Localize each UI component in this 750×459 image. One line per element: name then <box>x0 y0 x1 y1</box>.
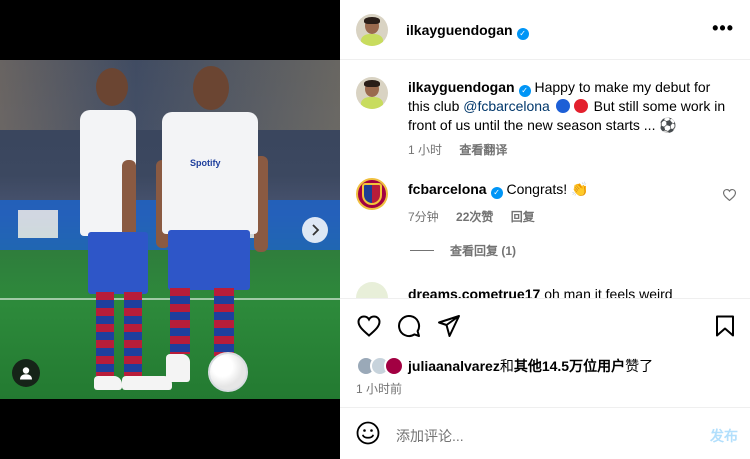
comment-input[interactable]: 添加评论... <box>396 426 464 446</box>
caption-text: ilkayguendogan ✓ Happy to make my debut f… <box>408 78 728 135</box>
caption-author-avatar[interactable] <box>356 77 388 109</box>
tagged-users-button[interactable] <box>12 359 40 387</box>
verified-badge-icon: ✓ <box>490 187 503 199</box>
clapping-emoji: 👏 <box>571 181 589 197</box>
send-icon <box>438 315 460 337</box>
author-avatar[interactable] <box>356 14 388 46</box>
post-timestamp[interactable]: 1 小时前 <box>356 380 402 397</box>
blue-circle-emoji <box>555 99 570 113</box>
like-button[interactable] <box>356 313 382 339</box>
post-media-pane: Spotify <box>0 0 340 459</box>
caption-meta: 1 小时 查看翻译 <box>408 141 521 158</box>
next-slide-button[interactable] <box>302 217 328 243</box>
comment-time: 7分钟 <box>408 210 439 224</box>
liker-username[interactable]: juliaanalvarez <box>408 358 500 374</box>
author-username-text[interactable]: ilkayguendogan <box>406 22 513 38</box>
likes-summary: juliaanalvarez 和其他14.5万位用户 赞了 <box>356 356 653 376</box>
fcb-crest-icon <box>362 183 382 205</box>
share-button[interactable] <box>436 313 462 339</box>
comment-author-username[interactable]: fcbarcelona <box>408 181 487 197</box>
caption-mention-link[interactable]: @fcbarcelona <box>463 98 550 114</box>
verified-badge-icon: ✓ <box>516 28 529 40</box>
comment-composer: 添加评论... 发布 <box>340 407 750 459</box>
comment-meta: 7分钟 22次赞 回复 <box>408 208 549 225</box>
comments-list[interactable]: ilkayguendogan ✓ Happy to make my debut f… <box>340 60 750 298</box>
comment-author-username[interactable]: dreams.cometrue17 <box>408 286 540 298</box>
caption-time: 1 小时 <box>408 143 443 157</box>
replies-divider <box>410 250 434 251</box>
more-horizontal-icon[interactable]: ••• <box>712 19 734 37</box>
user-icon <box>20 367 32 380</box>
comment-icon <box>398 315 421 337</box>
author-username[interactable]: ilkayguendogan ✓ <box>406 22 529 40</box>
comment-like-button[interactable] <box>722 188 737 206</box>
emoji-picker-button[interactable] <box>356 421 382 447</box>
post-photo[interactable]: Spotify <box>0 60 340 399</box>
liker-avatars <box>356 356 404 376</box>
likes-suffix: 赞了 <box>625 358 654 374</box>
post-comment-button[interactable]: 发布 <box>710 426 738 446</box>
bookmark-icon <box>716 315 734 337</box>
likes-joiner: 和 <box>499 358 514 374</box>
save-button[interactable] <box>712 313 738 339</box>
chevron-right-icon <box>312 224 320 236</box>
comment-text: dreams.cometrue17 oh man it feels weird <box>408 285 708 298</box>
soccer-ball-emoji: ⚽ <box>659 117 677 133</box>
smiley-icon <box>356 421 380 445</box>
heart-icon <box>722 188 737 202</box>
football <box>208 352 248 392</box>
comment-avatar-fcbarcelona[interactable] <box>356 178 388 210</box>
red-circle-emoji <box>573 99 588 113</box>
reply-button[interactable]: 回复 <box>511 210 535 224</box>
comment-body: oh man it feels weird <box>544 286 673 298</box>
caption-author-username[interactable]: ilkayguendogan <box>408 79 515 95</box>
post-header: ilkayguendogan ✓ ••• <box>340 0 750 60</box>
comment-button[interactable] <box>396 313 422 339</box>
comment-avatar-dreams[interactable] <box>356 282 388 298</box>
view-replies-button[interactable]: 查看回复 (1) <box>410 242 516 259</box>
see-translation-link[interactable]: 查看翻译 <box>459 143 507 157</box>
comment-text: fcbarcelona ✓ Congrats! 👏 <box>408 180 708 199</box>
view-replies-label[interactable]: 查看回复 (1) <box>450 242 516 259</box>
comment-body: Congrats! <box>506 181 568 197</box>
verified-badge-icon: ✓ <box>518 85 531 97</box>
likes-others-link[interactable]: 其他14.5万位用户 <box>514 356 625 376</box>
post-side-panel: ilkayguendogan ✓ ••• ilkayguendogan ✓ Happ… <box>340 0 750 459</box>
post-actions-bar <box>340 298 750 350</box>
heart-icon <box>357 315 381 337</box>
comment-like-count[interactable]: 22次赞 <box>456 210 493 224</box>
